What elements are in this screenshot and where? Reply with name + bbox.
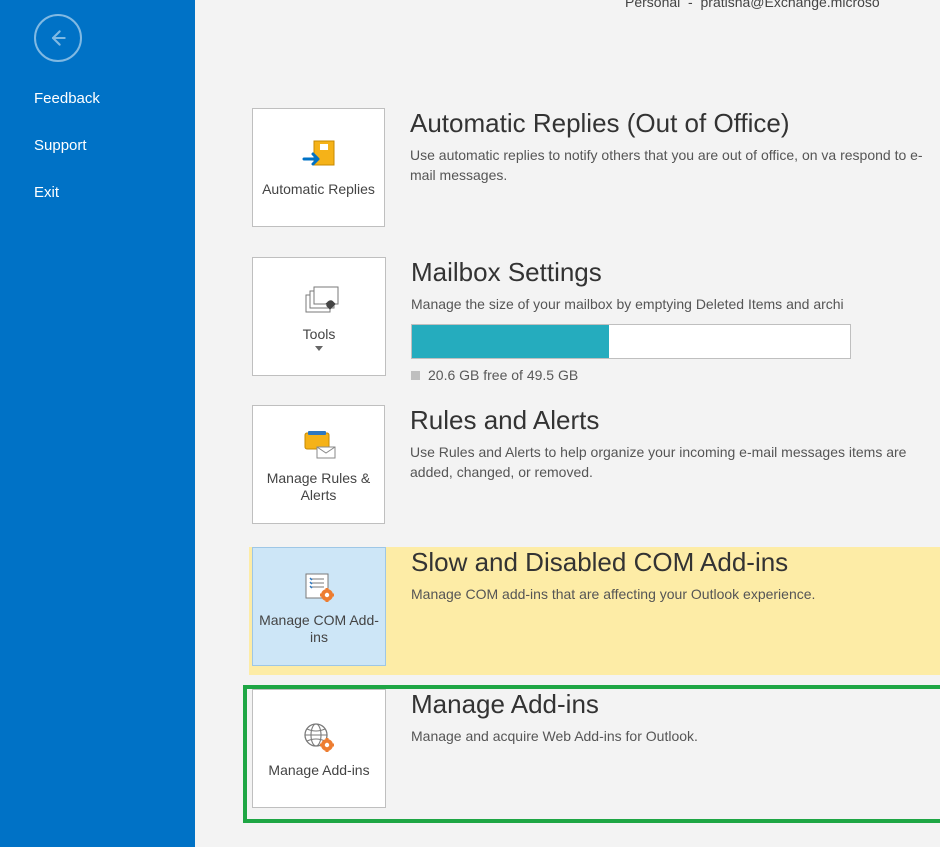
rules-alerts-tile[interactable]: Manage Rules & Alerts: [252, 405, 385, 524]
mailbox-usage-fill: [412, 325, 609, 358]
tools-label: Tools: [297, 326, 342, 343]
arrow-left-icon: [48, 28, 68, 48]
manage-com-addins-tile[interactable]: Manage COM Add-ins: [252, 547, 386, 666]
tools-icon: [299, 282, 339, 322]
usage-legend-dot: [411, 371, 420, 380]
manage-addins-tile[interactable]: Manage Add-ins: [252, 689, 386, 808]
backstage-sidebar: Feedback Support Exit: [0, 0, 195, 847]
com-addins-title: Slow and Disabled COM Add-ins: [411, 547, 815, 578]
chevron-down-icon: [315, 346, 323, 351]
sidebar-item-feedback[interactable]: Feedback: [34, 90, 100, 107]
main-area: Personal - pratisha@Exchange.microso Aut…: [195, 0, 940, 847]
sidebar-item-exit[interactable]: Exit: [34, 184, 100, 201]
sidebar-item-support[interactable]: Support: [34, 137, 100, 154]
automatic-replies-desc: Use automatic replies to notify others t…: [410, 145, 940, 186]
tools-tile[interactable]: Tools: [252, 257, 386, 376]
manage-addins-desc: Manage and acquire Web Add-ins for Outlo…: [411, 726, 698, 746]
automatic-replies-tile[interactable]: Automatic Replies: [252, 108, 385, 227]
back-button[interactable]: [34, 14, 82, 62]
manage-com-addins-label: Manage COM Add-ins: [253, 612, 385, 646]
manage-addins-icon: [299, 718, 339, 758]
manage-addins-label: Manage Add-ins: [262, 762, 375, 779]
rules-alerts-title: Rules and Alerts: [410, 405, 940, 436]
com-addins-desc: Manage COM add-ins that are affecting yo…: [411, 584, 815, 604]
mailbox-settings-title: Mailbox Settings: [411, 257, 851, 288]
automatic-replies-icon: [299, 137, 339, 177]
account-header: Personal - pratisha@Exchange.microso: [625, 0, 880, 10]
automatic-replies-title: Automatic Replies (Out of Office): [410, 108, 940, 139]
mailbox-settings-desc: Manage the size of your mailbox by empty…: [411, 294, 851, 314]
com-addins-icon: [299, 568, 339, 608]
mailbox-usage-bar: [411, 324, 851, 359]
manage-addins-title: Manage Add-ins: [411, 689, 698, 720]
rules-alerts-label: Manage Rules & Alerts: [253, 470, 384, 504]
rules-alerts-desc: Use Rules and Alerts to help organize yo…: [410, 442, 940, 483]
automatic-replies-label: Automatic Replies: [256, 181, 381, 198]
mailbox-usage-text: 20.6 GB free of 49.5 GB: [411, 367, 851, 383]
rules-alerts-icon: [299, 426, 339, 466]
